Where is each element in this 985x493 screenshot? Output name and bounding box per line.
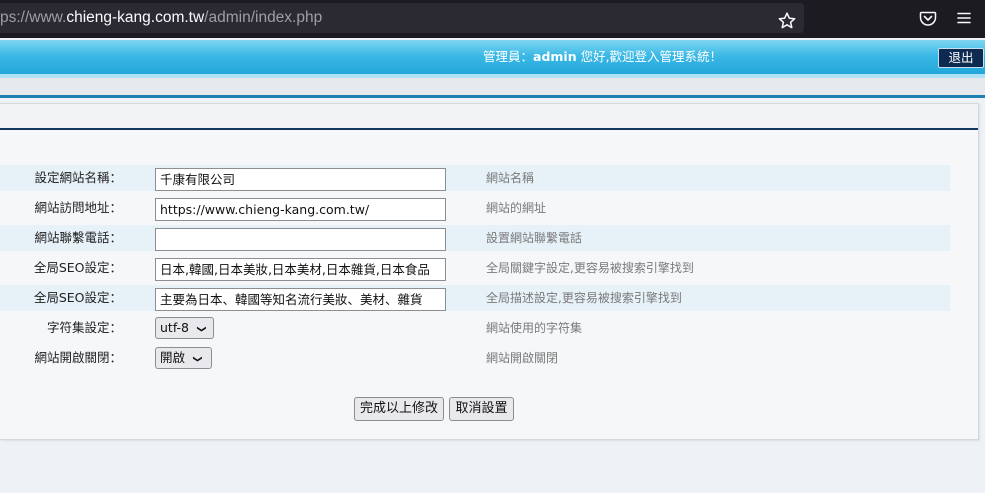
row-help: 全局描述設定,更容易被搜索引擎找到 (486, 291, 682, 305)
form-row-phone: 網站聯繫電話： 設置網站聯繫電話 (0, 225, 950, 251)
row-help: 全局關鍵字設定,更容易被搜索引擎找到 (486, 261, 694, 275)
welcome-message: 管理員：admin 您好,歡迎登入管理系統！ (483, 49, 723, 64)
sub-band (0, 78, 985, 95)
seo-keywords-input[interactable]: 日本,韓國,日本美妝,日本美材,日本雜貨,日本食品 (155, 258, 446, 281)
admin-name: admin (533, 49, 577, 64)
panel-title-bar (0, 104, 978, 130)
row-help: 網站開啟關閉 (486, 351, 559, 365)
menu-icon[interactable] (954, 8, 974, 28)
star-icon[interactable] (777, 11, 797, 31)
row-help: 網站使用的字符集 (486, 321, 583, 335)
row-label: 網站訪問地址： (34, 200, 122, 215)
submit-button[interactable]: 完成以上修改 (354, 397, 444, 421)
url-bar[interactable]: ps://www.chieng-kang.com.tw/admin/index.… (0, 3, 804, 33)
select-value: utf-8 (160, 320, 190, 335)
form-row-charset: 字符集設定： utf-8 ❯ 網站使用的字符集 (0, 315, 950, 341)
settings-panel: 設定網站名稱： 千康有限公司 網站名稱 網站訪問地址： https://www.… (0, 103, 979, 440)
seo-description-input[interactable]: 主要為日本、韓國等知名流行美妝、美材、雜貨 (155, 288, 446, 311)
form-row-site-status: 網站開啟關閉： 開啟 ❯ 網站開啟關閉 (0, 345, 950, 371)
divider (0, 95, 985, 98)
row-label: 設定網站名稱： (34, 170, 122, 185)
pocket-icon[interactable] (918, 8, 938, 28)
chevron-down-icon: ❯ (191, 355, 202, 363)
browser-toolbar: ps://www.chieng-kang.com.tw/admin/index.… (0, 0, 985, 38)
row-help: 設置網站聯繫電話 (486, 231, 583, 245)
cancel-button[interactable]: 取消設置 (449, 397, 514, 421)
form-row-site-url: 網站訪問地址： https://www.chieng-kang.com.tw/ … (0, 195, 950, 221)
row-label: 全局SEO設定： (33, 290, 122, 305)
logout-button[interactable]: 退出 (938, 48, 984, 68)
row-help: 網站名稱 (486, 171, 535, 185)
site-name-input[interactable]: 千康有限公司 (155, 168, 446, 191)
row-label: 網站聯繫電話： (34, 230, 122, 245)
url-text[interactable]: ps://www.chieng-kang.com.tw/admin/index.… (0, 3, 322, 33)
phone-input[interactable] (155, 228, 446, 251)
chevron-down-icon: ❯ (195, 325, 206, 333)
admin-header: 管理員：admin 您好,歡迎登入管理系統！ 退出 (0, 40, 985, 74)
charset-select[interactable]: utf-8 ❯ (155, 317, 214, 339)
form-row-seo-description: 全局SEO設定： 主要為日本、韓國等知名流行美妝、美材、雜貨 全局描述設定,更容… (0, 285, 950, 311)
row-help: 網站的網址 (486, 201, 547, 215)
form-row-site-name: 設定網站名稱： 千康有限公司 網站名稱 (0, 165, 950, 191)
site-status-select[interactable]: 開啟 ❯ (155, 347, 212, 369)
form-row-seo-keywords: 全局SEO設定： 日本,韓國,日本美妝,日本美材,日本雜貨,日本食品 全局關鍵字… (0, 255, 950, 281)
select-value: 開啟 (160, 350, 186, 365)
row-label: 網站開啟關閉： (34, 350, 122, 365)
row-label: 全局SEO設定： (33, 260, 122, 275)
site-url-input[interactable]: https://www.chieng-kang.com.tw/ (155, 198, 446, 221)
row-label: 字符集設定： (46, 320, 122, 335)
